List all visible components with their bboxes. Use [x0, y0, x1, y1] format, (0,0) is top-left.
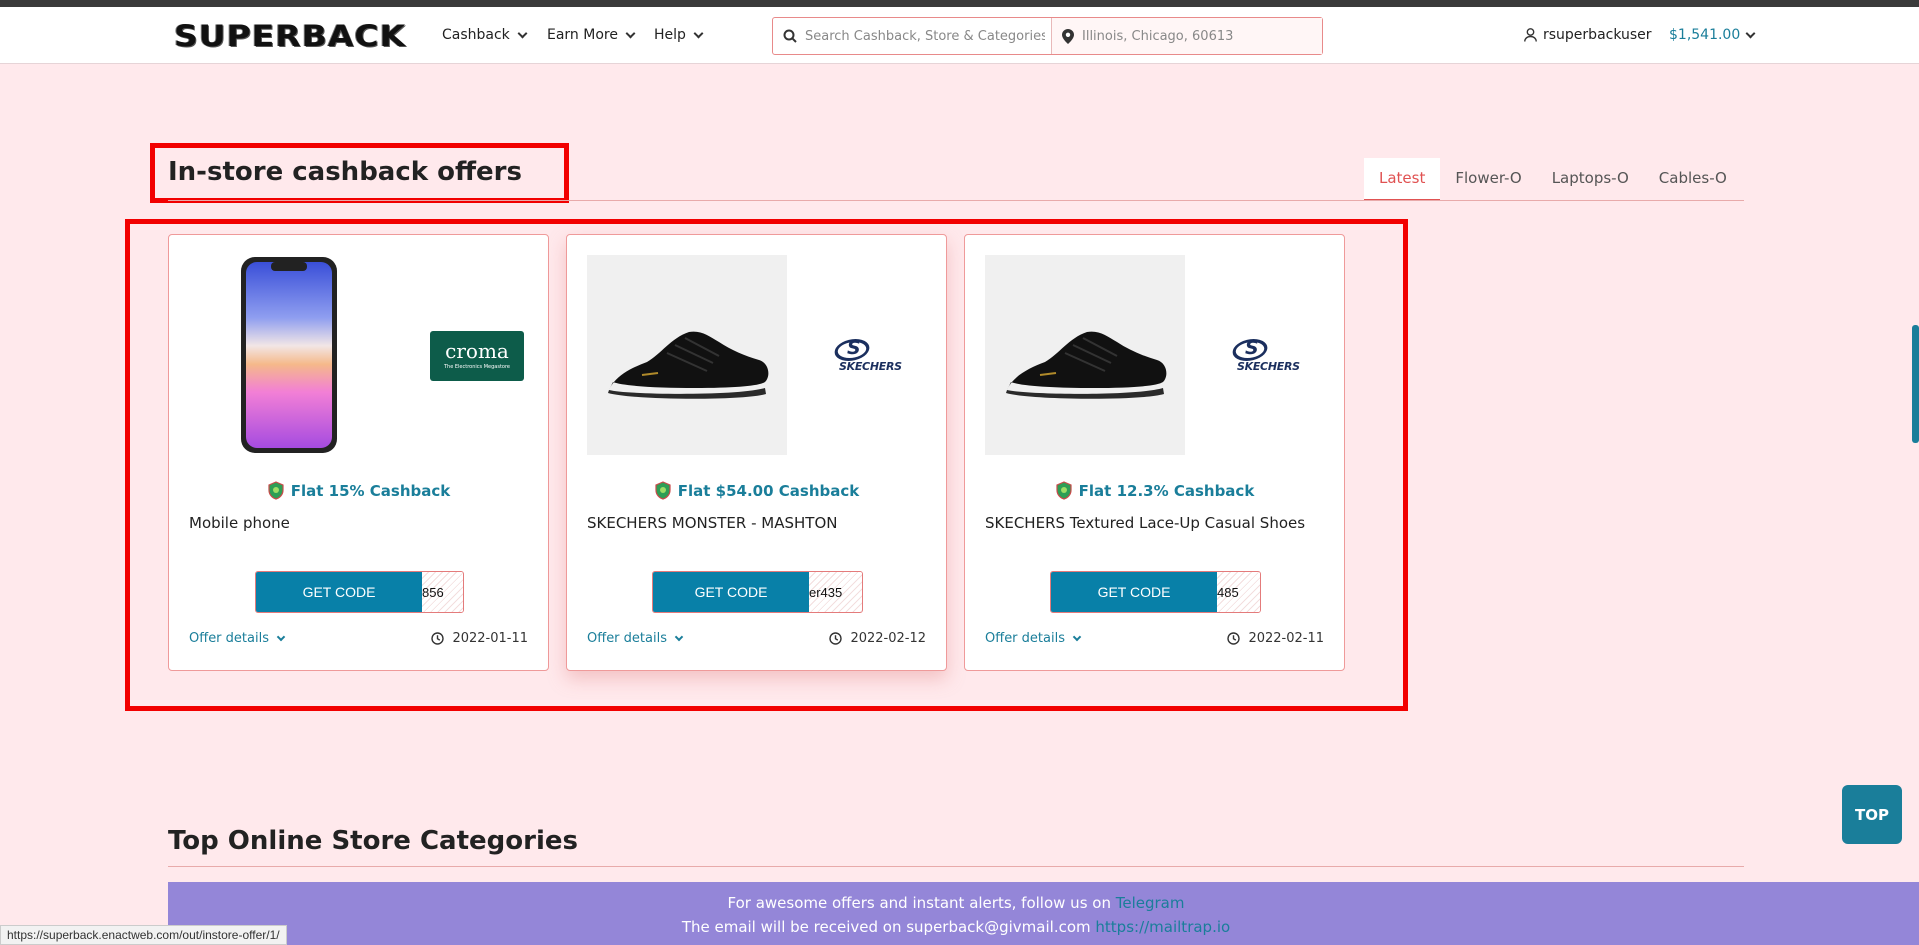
offer-details-link[interactable]: Offer details [985, 631, 1082, 646]
cashback-label: Flat $54.00 Cashback [567, 481, 946, 500]
offer-details-link[interactable]: Offer details [587, 631, 684, 646]
offer-card[interactable]: S SKECHERS Flat $54.00 Cashback SKECHERS… [566, 234, 947, 671]
sneaker-image [587, 255, 787, 455]
balance-dropdown[interactable]: $1,541.00 [1669, 27, 1756, 43]
nav-earn-more[interactable]: Earn More [547, 27, 636, 43]
offer-card[interactable]: croma The Electronics Megastore Flat 15%… [168, 234, 549, 671]
footer-banner: For awesome offers and instant alerts, f… [168, 882, 1919, 945]
tab-latest[interactable]: Latest [1364, 158, 1441, 201]
footer-line-email: The email will be received on superback@… [681, 918, 1231, 936]
nav-cashback-label: Cashback [442, 27, 510, 43]
chevron-down-icon [517, 28, 528, 38]
get-code-button[interactable]: GET CODE 485 [1050, 571, 1261, 613]
mobile-phone-image [241, 257, 337, 453]
get-code-button[interactable]: GET CODE er435 [652, 571, 863, 613]
offer-card[interactable]: S SKECHERS Flat 12.3% Cashback SKECHERS … [964, 234, 1345, 671]
tab-laptops-o[interactable]: Laptops-O [1537, 158, 1644, 201]
categories-section-title: Top Online Store Categories [168, 826, 578, 856]
chevron-down-icon [1072, 632, 1082, 641]
mailtrap-link[interactable]: https://mailtrap.io [1095, 918, 1230, 936]
offer-date: 2022-02-12 [829, 631, 926, 646]
scrollbar-thumb[interactable] [1912, 325, 1919, 443]
chevron-down-icon [1745, 28, 1756, 38]
chevron-down-icon [625, 28, 636, 38]
clock-icon [1227, 632, 1241, 645]
offer-tabs: Latest Flower-O Laptops-O Cables-O [1364, 158, 1742, 201]
superback-logo[interactable]: SUPERBACK [174, 18, 406, 53]
offer-title: SKECHERS Textured Lace-Up Casual Shoes [985, 514, 1306, 532]
shield-badge-icon [268, 481, 284, 500]
browser-top-strip [0, 0, 1919, 7]
shield-badge-icon [1056, 481, 1072, 500]
chevron-down-icon [693, 28, 704, 38]
nav-earn-more-label: Earn More [547, 27, 618, 43]
user-icon [1524, 28, 1537, 42]
cashback-label: Flat 12.3% Cashback [965, 481, 1344, 500]
search-input[interactable] [805, 28, 1045, 44]
offer-title: Mobile phone [189, 514, 290, 532]
site-header: SUPERBACK Cashback Earn More Help rsuper… [0, 7, 1919, 64]
croma-logo: croma The Electronics Megastore [430, 331, 524, 381]
get-code-button[interactable]: GET CODE 856 [255, 571, 464, 613]
offer-date: 2022-02-11 [1227, 631, 1324, 646]
offer-details-link[interactable]: Offer details [189, 631, 286, 646]
tabs-divider [168, 200, 1744, 201]
coupon-code: 856 [422, 572, 463, 612]
location-field [1052, 18, 1322, 54]
balance-amount: $1,541.00 [1669, 27, 1741, 43]
cashback-label: Flat 15% Cashback [169, 481, 548, 500]
instore-section-title: In-store cashback offers [168, 157, 522, 187]
offer-date: 2022-01-11 [431, 631, 528, 646]
offer-title: SKECHERS MONSTER - MASHTON [587, 514, 838, 532]
skechers-logo: S SKECHERS [1229, 337, 1323, 375]
nav-cashback[interactable]: Cashback [442, 27, 528, 43]
telegram-link[interactable]: Telegram [1116, 894, 1185, 912]
nav-help-label: Help [654, 27, 686, 43]
tab-flower-o[interactable]: Flower-O [1440, 158, 1536, 201]
categories-divider [168, 866, 1744, 867]
sneaker-image [985, 255, 1185, 455]
nav-help[interactable]: Help [654, 27, 704, 43]
map-pin-icon [1062, 28, 1074, 44]
search-bar [772, 17, 1323, 55]
coupon-code: 485 [1217, 572, 1260, 612]
clock-icon [829, 632, 843, 645]
chevron-down-icon [276, 632, 286, 641]
username: rsuperbackuser [1543, 27, 1652, 43]
shield-badge-icon [655, 481, 671, 500]
browser-status-url: https://superback.enactweb.com/out/insto… [0, 925, 287, 945]
skechers-logo: S SKECHERS [831, 337, 925, 375]
clock-icon [431, 632, 445, 645]
footer-line-telegram: For awesome offers and instant alerts, f… [727, 894, 1185, 912]
tab-cables-o[interactable]: Cables-O [1644, 158, 1742, 201]
coupon-code: er435 [809, 572, 862, 612]
search-field [773, 18, 1052, 54]
chevron-down-icon [674, 632, 684, 641]
search-icon [783, 29, 797, 43]
location-input[interactable] [1082, 28, 1322, 44]
user-account[interactable]: rsuperbackuser [1524, 27, 1652, 43]
scroll-top-button[interactable]: TOP [1842, 785, 1902, 844]
